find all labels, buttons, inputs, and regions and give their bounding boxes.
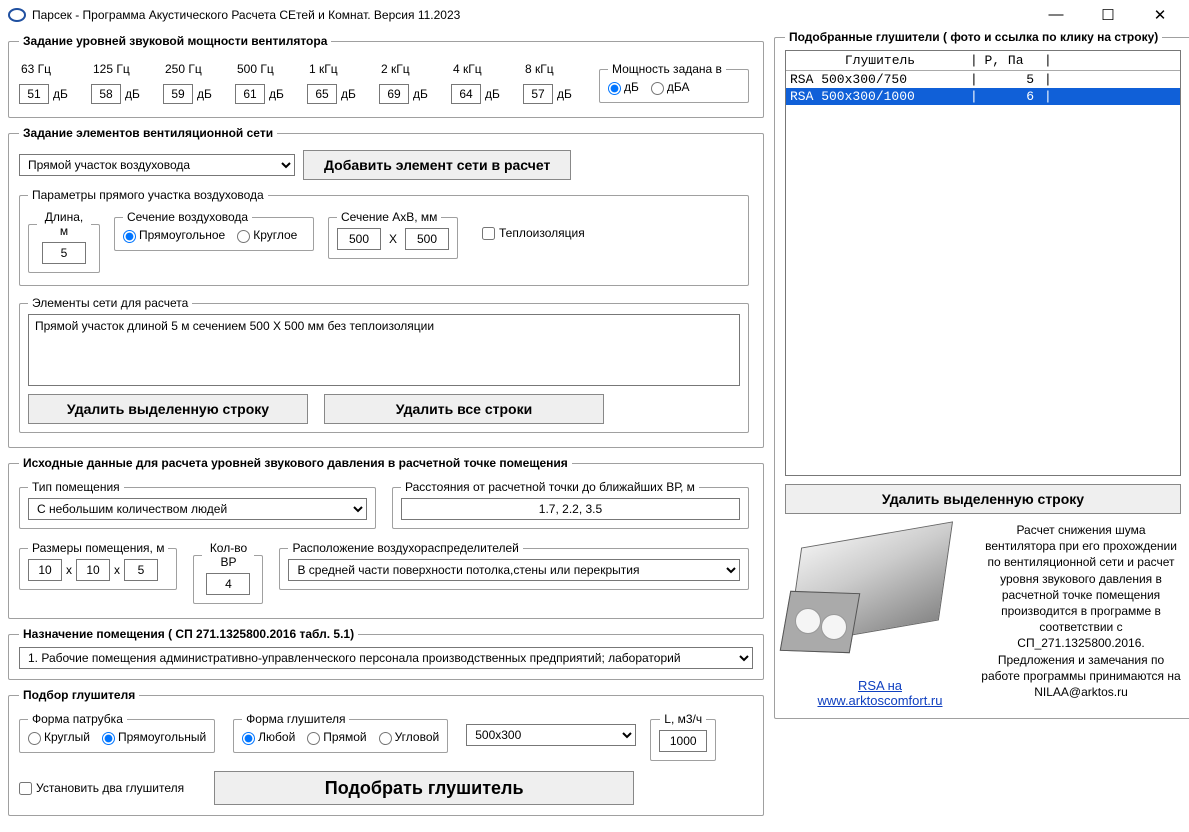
power-dba-radio[interactable]: дБА (651, 80, 690, 94)
freq-4k: 4 кГц дБ (451, 62, 517, 104)
room-group: Исходные данные для расчета уровней звук… (8, 456, 764, 619)
form-any-radio[interactable]: Любой (242, 730, 295, 744)
pat-rect-radio[interactable]: Прямоугольный (102, 730, 206, 744)
dim1-input[interactable] (28, 559, 62, 581)
element-listbox[interactable]: Прямой участок длиной 5 м сечением 500 Х… (28, 314, 740, 386)
info-text: Расчет снижения шума вентилятора при его… (981, 522, 1181, 700)
form-angle-radio[interactable]: Угловой (379, 730, 440, 744)
delete-row-button[interactable]: Удалить выделенную строку (28, 394, 308, 424)
length-group: Длина, м (28, 210, 100, 273)
freq-2k-input[interactable] (379, 84, 409, 104)
freq-500: 500 Гц дБ (235, 62, 301, 104)
dim-a-input[interactable] (337, 228, 381, 250)
freq-250: 250 Гц дБ (163, 62, 229, 104)
bp-group: Кол-во ВР (193, 541, 263, 604)
element-select[interactable]: Прямой участок воздуховода (19, 154, 295, 176)
table-row[interactable]: RSA 500x300/750| 5| (786, 71, 1180, 88)
two-silencers-checkbox[interactable]: Установить два глушителя (19, 781, 184, 795)
freq-2k: 2 кГц дБ (379, 62, 445, 104)
bp-input[interactable] (206, 573, 250, 595)
room-type-select[interactable]: С небольшим количеством людей (28, 498, 367, 520)
maximize-icon[interactable]: ☐ (1091, 6, 1125, 24)
dim-b-input[interactable] (405, 228, 449, 250)
app-logo-icon (8, 8, 26, 22)
freq-250-input[interactable] (163, 84, 193, 104)
freq-1k: 1 кГц дБ (307, 62, 373, 104)
dist-group: Расстояния от расчетной точки до ближайш… (392, 480, 749, 529)
sil-form-group: Форма глушителя Любой Прямой Угловой (233, 712, 448, 753)
silencer-listbox[interactable]: Глушитель| P, Па| RSA 500x300/750| 5| RS… (785, 50, 1181, 476)
flow-group: L, м3/ч (650, 712, 716, 761)
section-rect-radio[interactable]: Прямоугольное (123, 228, 225, 242)
purpose-select[interactable]: 1. Рабочие помещения административно-упр… (19, 647, 753, 669)
freq-1k-input[interactable] (307, 84, 337, 104)
silencer-list-header: Глушитель| P, Па| (786, 51, 1180, 71)
form-straight-radio[interactable]: Прямой (307, 730, 366, 744)
freq-4k-input[interactable] (451, 84, 481, 104)
purpose-group: Назначение помещения ( СП 271.1325800.20… (8, 627, 764, 680)
power-mode-group: Мощность задана в дБ дБА (599, 62, 749, 103)
axb-group: Сечение АхВ, мм X (328, 210, 458, 259)
table-row[interactable]: RSA 500x300/1000| 6| (786, 88, 1180, 105)
params-group: Параметры прямого участка воздуховода Дл… (19, 188, 749, 286)
freq-125-input[interactable] (91, 84, 121, 104)
add-element-button[interactable]: Добавить элемент сети в расчет (303, 150, 571, 180)
arktos-link[interactable]: www.arktoscomfort.ru (818, 693, 943, 708)
thermo-checkbox[interactable]: Теплоизоляция (482, 226, 585, 240)
section-round-radio[interactable]: Круглое (237, 228, 297, 242)
room-dims-group: Размеры помещения, м x x (19, 541, 177, 590)
dist-input[interactable] (401, 498, 740, 520)
minimize-icon[interactable]: — (1039, 6, 1073, 24)
power-db-radio[interactable]: дБ (608, 80, 639, 94)
fan-group: Задание уровней звуковой мощности вентил… (8, 34, 764, 118)
network-group: Задание элементов вентиляционной сети Пр… (8, 126, 764, 448)
dim3-input[interactable] (124, 559, 158, 581)
delete-silencer-row-button[interactable]: Удалить выделенную строку (785, 484, 1181, 514)
titlebar: Парсек - Программа Акустического Расчета… (0, 0, 1189, 30)
length-input[interactable] (42, 242, 86, 264)
freq-500-input[interactable] (235, 84, 265, 104)
freq-63: 63 Гц дБ (19, 62, 85, 104)
freq-8k: 8 кГц дБ (523, 62, 589, 104)
window-buttons: — ☐ ✕ (1039, 6, 1177, 24)
silencer-pick-group: Подбор глушителя Форма патрубка Круглый … (8, 688, 764, 816)
freq-125: 125 Гц дБ (91, 62, 157, 104)
patrubok-group: Форма патрубка Круглый Прямоугольный (19, 712, 215, 753)
pat-round-radio[interactable]: Круглый (28, 730, 90, 744)
freq-63-input[interactable] (19, 84, 49, 104)
close-icon[interactable]: ✕ (1143, 6, 1177, 24)
element-list-group: Элементы сети для расчета Прямой участок… (19, 296, 749, 433)
loc-group: Расположение воздухораспределителей В ср… (279, 541, 749, 590)
silencer-image (785, 522, 975, 682)
selected-silencers-group: Подобранные глушители ( фото и ссылка по… (774, 30, 1189, 719)
pick-silencer-button[interactable]: Подобрать глушитель (214, 771, 634, 805)
loc-select[interactable]: В средней части поверхности потолка,стен… (288, 559, 740, 581)
list-item[interactable]: Прямой участок длиной 5 м сечением 500 Х… (35, 319, 733, 333)
room-type-group: Тип помещения С небольшим количеством лю… (19, 480, 376, 529)
window-title: Парсек - Программа Акустического Расчета… (32, 8, 1039, 22)
freq-8k-input[interactable] (523, 84, 553, 104)
fan-legend: Задание уровней звуковой мощности вентил… (19, 34, 331, 48)
section-group: Сечение воздуховода Прямоугольное Кругло… (114, 210, 314, 251)
delete-all-button[interactable]: Удалить все строки (324, 394, 604, 424)
flow-input[interactable] (659, 730, 707, 752)
dim2-input[interactable] (76, 559, 110, 581)
